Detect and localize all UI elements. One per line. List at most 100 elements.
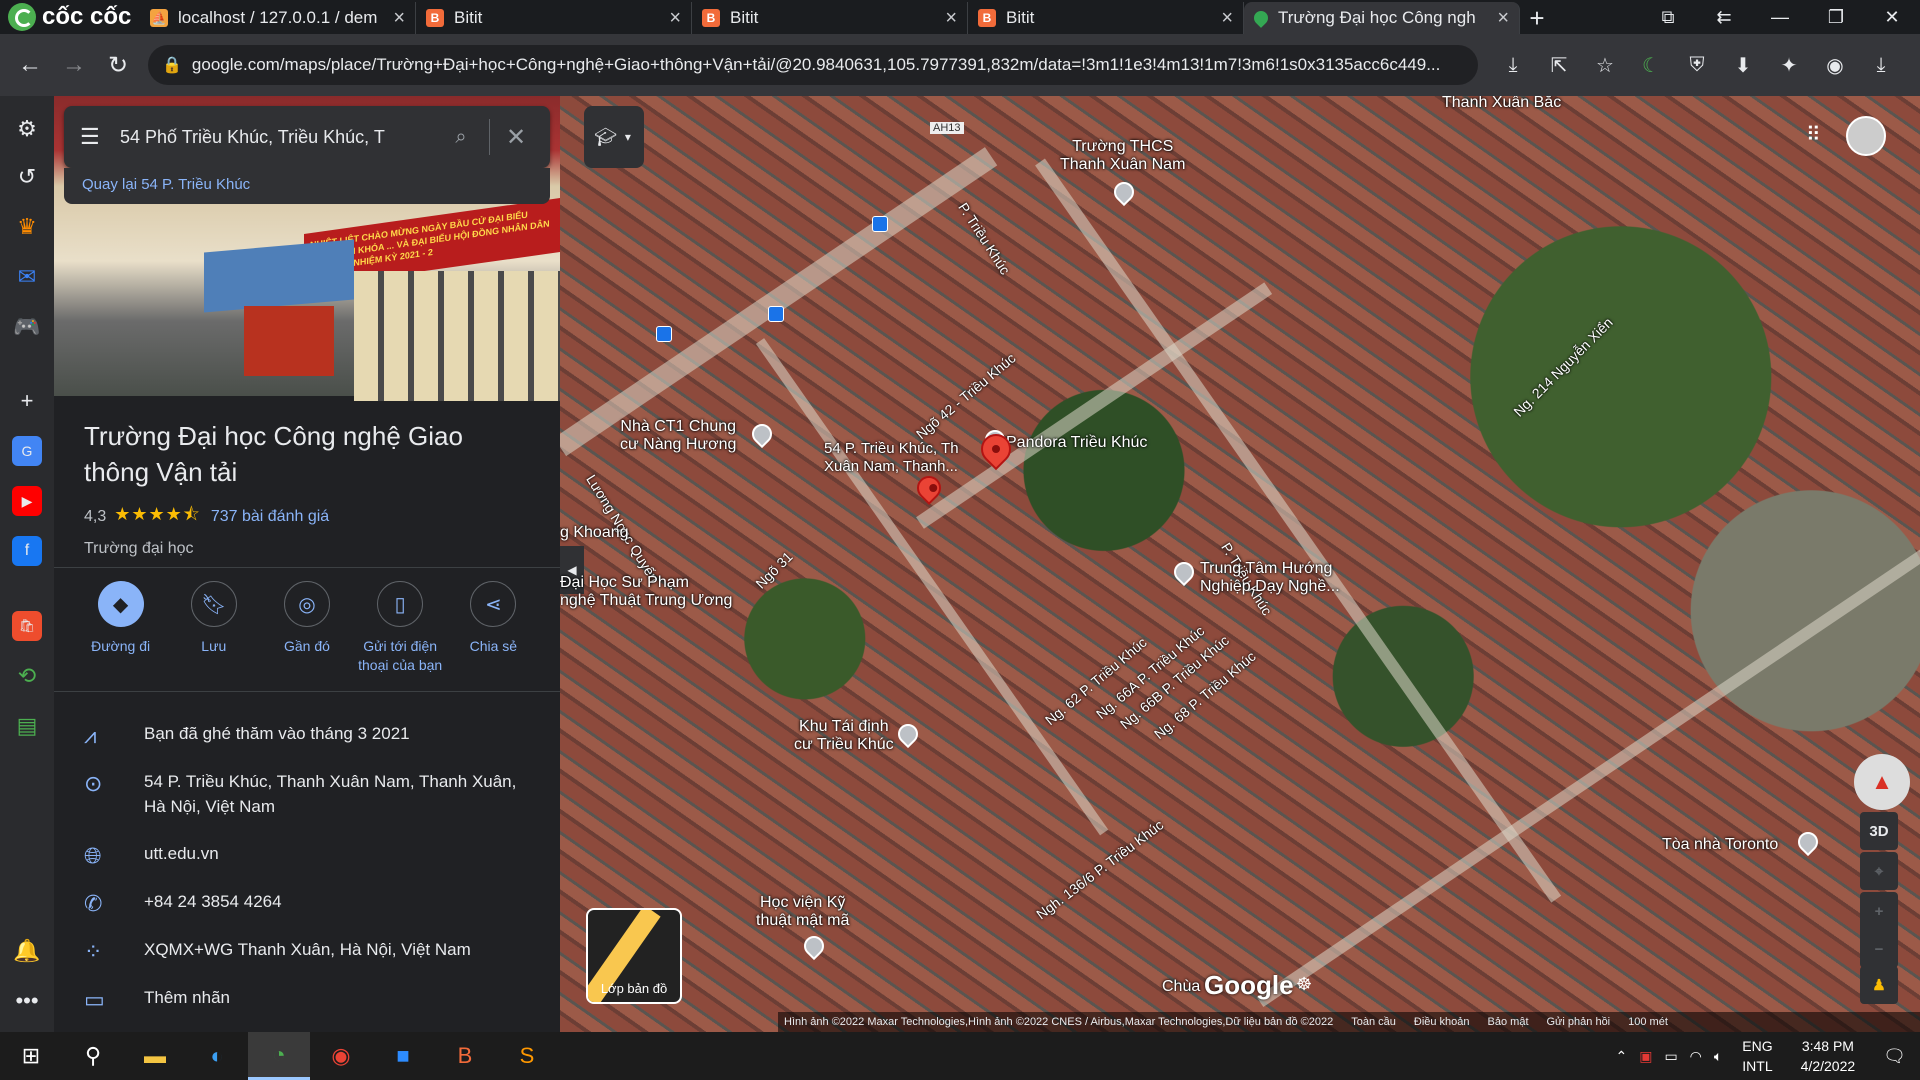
volume-icon[interactable]: 🔈︎ — [1708, 1048, 1728, 1065]
google-apps-icon[interactable]: ⠿ — [1806, 122, 1828, 146]
reviews-link[interactable]: 737 bài đánh giá — [211, 508, 329, 526]
coccoc-taskbar-icon[interactable]: ◔ — [248, 1032, 310, 1080]
settings-gear-icon[interactable]: ⚙ — [12, 114, 42, 144]
acrobat-icon[interactable]: ▣ — [1633, 1048, 1658, 1065]
map-label[interactable]: Chùa — [1162, 978, 1200, 996]
3d-button[interactable]: 3D — [1860, 812, 1898, 850]
footer-link-terms[interactable]: Điều khoản — [1414, 1016, 1470, 1028]
close-tab-icon[interactable]: × — [945, 7, 957, 30]
close-tab-icon[interactable]: × — [669, 7, 681, 30]
place-category[interactable]: Trường đại học — [84, 540, 530, 558]
temple-poi-icon[interactable]: ☸ — [1296, 974, 1312, 995]
website-row[interactable]: 🌐︎ utt.edu.vn — [54, 841, 560, 889]
language-indicator[interactable]: ENG INTL — [1728, 1036, 1786, 1076]
start-button[interactable]: ⊞ — [0, 1032, 62, 1080]
add-panel-icon[interactable]: + — [12, 386, 42, 416]
clock[interactable]: 3:48 PM 4/2/2022 — [1787, 1036, 1870, 1076]
pegman-icon[interactable]: ♟ — [1860, 966, 1898, 1004]
building-poi-icon[interactable] — [893, 719, 923, 749]
compass-button[interactable]: ▲ — [1854, 754, 1910, 810]
school-poi-icon[interactable] — [1109, 177, 1139, 207]
zoom-in-button[interactable]: + — [1860, 892, 1898, 930]
map-label[interactable]: Khu Tái định cư Triều Khúc — [794, 718, 894, 754]
restore-button[interactable]: ❐ — [1808, 0, 1864, 34]
tab-search-icon[interactable]: ⧉ — [1640, 0, 1696, 34]
scale-label[interactable]: 100 mét — [1628, 1016, 1668, 1028]
bitit-taskbar-icon[interactable]: B — [434, 1032, 496, 1080]
sublime-text-icon[interactable]: S — [496, 1032, 558, 1080]
building-poi-icon[interactable] — [1169, 557, 1199, 587]
more-options-icon[interactable]: ••• — [12, 986, 42, 1016]
visited-row[interactable]: ⩘ Bạn đã ghé thăm vào tháng 3 2021 — [54, 721, 560, 769]
new-tab-button[interactable]: + — [1520, 2, 1554, 34]
map-label[interactable]: Trường THCS Thanh Xuân Nam — [1060, 138, 1185, 174]
notifications-bell-icon[interactable]: 🔔 — [12, 936, 42, 966]
map-label[interactable]: Đại Học Sư Phạm nghệ Thuật Trung Ương — [560, 574, 732, 610]
wifi-icon[interactable]: ◠ — [1684, 1048, 1708, 1065]
satellite-map[interactable]: ◀ 🎓︎ ▾ AH13 P. Triều Khúc Ngõ 42 - Triều… — [560, 96, 1920, 1032]
bus-stop-icon[interactable] — [768, 306, 784, 322]
install-icon[interactable]: ⤓ — [1490, 43, 1536, 87]
dark-mode-icon[interactable]: ☾ — [1628, 43, 1674, 87]
back-link[interactable]: Quay lại 54 P. Triều Khúc — [64, 168, 550, 204]
zoom-out-button[interactable]: − — [1860, 930, 1898, 968]
my-location-icon[interactable]: ⌖ — [1860, 852, 1898, 890]
reload-button[interactable]: ↻ — [96, 43, 140, 87]
nearby-button[interactable]: ◎ Gần đó — [261, 581, 353, 675]
map-label[interactable]: Tòa nhà Toronto — [1662, 836, 1778, 854]
footer-link-feedback[interactable]: Gửi phản hồi — [1547, 1016, 1611, 1028]
search-icon[interactable]: ⌕ — [441, 126, 481, 149]
zoom-icon[interactable]: ■ — [372, 1032, 434, 1080]
search-input[interactable]: 54 Phố Triều Khúc, Triều Khúc, T — [120, 127, 441, 148]
show-hidden-icons-icon[interactable]: ⌃ — [1609, 1048, 1633, 1065]
minimize-button[interactable]: — — [1752, 0, 1808, 34]
address-bar[interactable]: 🔒 google.com/maps/place/Trường+Đại+học+C… — [148, 45, 1478, 85]
back-arrow-icon[interactable]: ⇇ — [1696, 0, 1752, 34]
action-center-icon[interactable]: 🗨︎ — [1869, 1046, 1920, 1067]
edge-icon[interactable]: ◐ — [186, 1032, 248, 1080]
send-to-phone-button[interactable]: ▯ Gửi tới điện thoại của bạn — [354, 581, 446, 675]
school-poi-icon[interactable] — [799, 931, 829, 961]
file-explorer-icon[interactable]: ▬ — [124, 1032, 186, 1080]
footer-link-privacy[interactable]: Bảo mật — [1488, 1016, 1529, 1028]
map-label[interactable]: Trung Tâm Hướng Nghiệp Dạy Nghề... — [1200, 560, 1340, 596]
profile-icon[interactable]: ◉ — [1812, 43, 1858, 87]
tab-localhost[interactable]: ⛵ localhost / 127.0.0.1 / dem × — [140, 2, 416, 34]
share-button[interactable]: ⋖ Chia sẻ — [447, 581, 539, 675]
chrome-icon[interactable]: ◉ — [310, 1032, 372, 1080]
shopee-icon[interactable]: 🛍 — [12, 611, 42, 641]
map-filter-button[interactable]: 🎓︎ ▾ — [584, 106, 644, 168]
search-icon[interactable]: ⚲ — [62, 1032, 124, 1080]
hamburger-menu-icon[interactable]: ☰ — [80, 124, 120, 150]
search-box[interactable]: ☰ 54 Phố Triều Khúc, Triều Khúc, T ⌕ ✕ — [64, 106, 550, 168]
coccoc-extension-icon[interactable]: ⟲ — [12, 661, 42, 691]
bookmark-star-icon[interactable]: ☆ — [1582, 43, 1628, 87]
building-poi-icon[interactable] — [747, 419, 777, 449]
map-label[interactable]: Nhà CT1 Chung cư Nàng Hương — [620, 418, 736, 454]
close-window-button[interactable]: ✕ — [1864, 0, 1920, 34]
map-label[interactable]: Pandora Triều Khúc — [1006, 434, 1147, 452]
notes-icon[interactable]: ▤ — [12, 711, 42, 741]
tab-bitit-3[interactable]: B Bitit × — [968, 2, 1244, 34]
tab-google-maps[interactable]: Trường Đại học Công ngh × — [1244, 2, 1520, 34]
tab-bitit-1[interactable]: B Bitit × — [416, 2, 692, 34]
browser-logo[interactable]: cốc cốc — [0, 0, 140, 34]
gamepad-icon[interactable]: 🎮 — [12, 312, 42, 342]
close-tab-icon[interactable]: × — [393, 7, 405, 30]
extensions-icon[interactable]: ✦ — [1766, 43, 1812, 87]
forward-button[interactable]: → — [52, 43, 96, 87]
lock-icon[interactable]: 🔒 — [162, 55, 182, 75]
address-row[interactable]: ⊙ 54 P. Triều Khúc, Thanh Xuân Nam, Than… — [54, 769, 560, 841]
share-page-icon[interactable]: ⇱ — [1536, 43, 1582, 87]
clear-search-icon[interactable]: ✕ — [498, 123, 534, 152]
add-label-row[interactable]: ▭ Thêm nhãn — [54, 985, 560, 1032]
shield-extension-icon[interactable]: ⛨ — [1674, 43, 1720, 87]
map-label[interactable]: Học viện Kỹ thuật mật mã — [756, 894, 849, 930]
save-button[interactable]: 🔖︎ Lưu — [168, 581, 260, 675]
history-icon[interactable]: ↺ — [12, 162, 42, 192]
bus-stop-icon[interactable] — [656, 326, 672, 342]
selected-address-label[interactable]: 54 P. Triều Khúc, Th Xuân Nam, Thanh... — [824, 440, 959, 476]
messenger-icon[interactable]: ✉ — [12, 262, 42, 292]
google-translate-icon[interactable]: G — [12, 436, 42, 466]
battery-icon[interactable]: ▭ — [1658, 1048, 1683, 1065]
